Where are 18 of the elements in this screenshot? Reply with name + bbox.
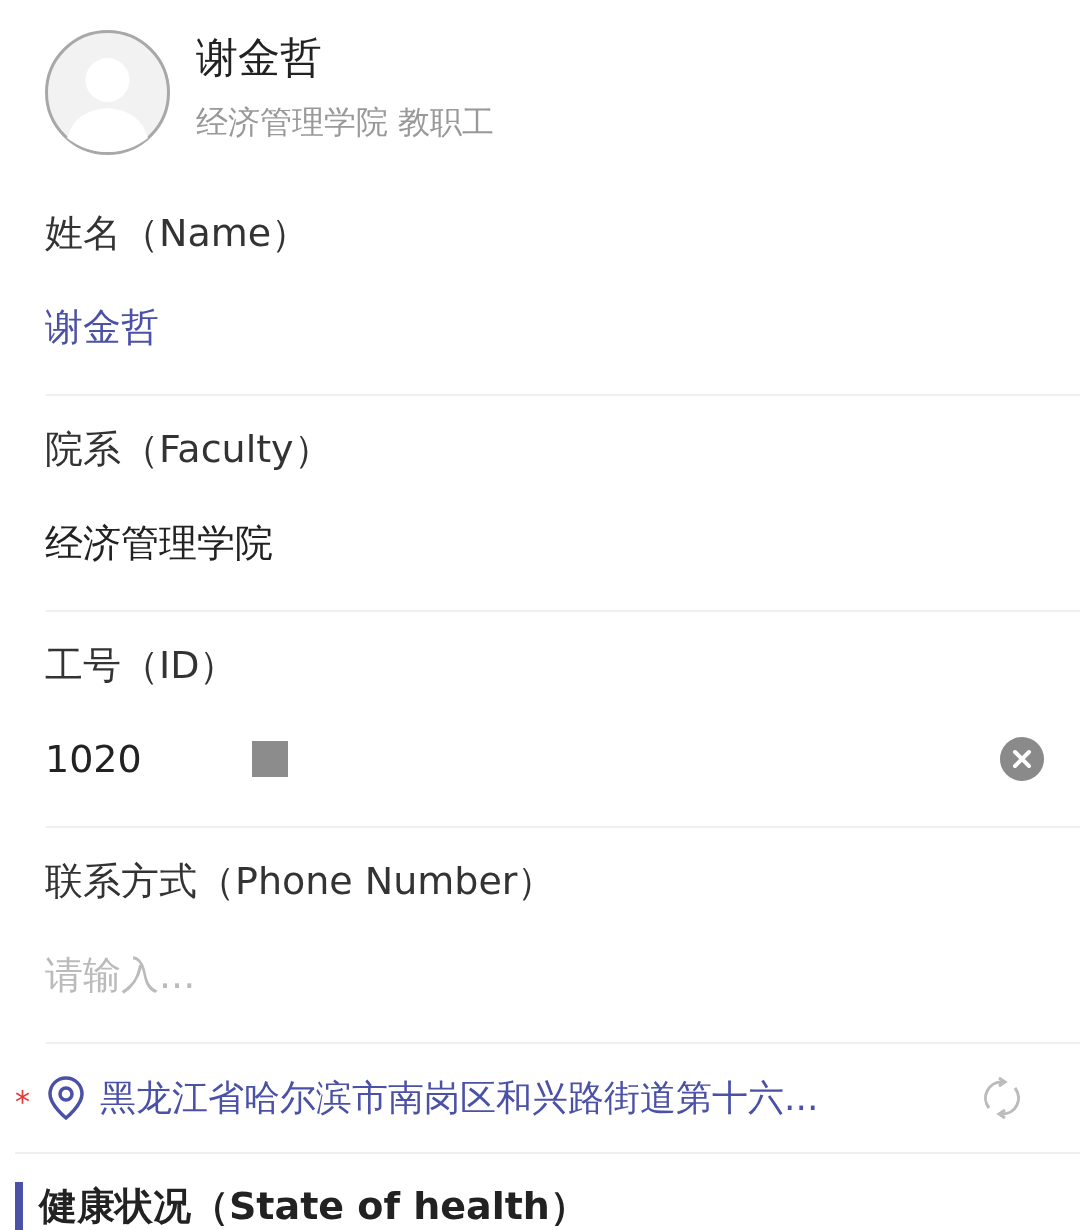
close-icon <box>1012 748 1032 769</box>
required-mark: * <box>15 1083 30 1122</box>
location-address: 黑龙江省哈尔滨市南岗区和兴路街道第十六... <box>100 1075 819 1120</box>
location-pin-icon <box>46 1074 86 1121</box>
field-value: 经济管理学院 <box>45 519 273 567</box>
field-label: 姓名（Name） <box>45 209 310 257</box>
section-marker <box>15 1182 23 1230</box>
field-label: 工号（ID） <box>45 641 238 689</box>
field-label: 院系（Faculty） <box>45 425 332 473</box>
avatar-icon <box>45 30 170 155</box>
field-label: 联系方式（Phone Number） <box>45 857 556 905</box>
section-title: 健康状况（State of health） <box>39 1183 588 1230</box>
profile-subtitle: 经济管理学院 教职工 <box>196 102 495 143</box>
clear-button[interactable] <box>1000 736 1044 781</box>
input-field[interactable]: 1020 <box>45 730 305 787</box>
profile-name: 谢金哲 <box>196 32 323 84</box>
input-field[interactable]: 请输入... <box>45 946 305 1003</box>
field-value: 谢金哲 <box>45 303 159 351</box>
